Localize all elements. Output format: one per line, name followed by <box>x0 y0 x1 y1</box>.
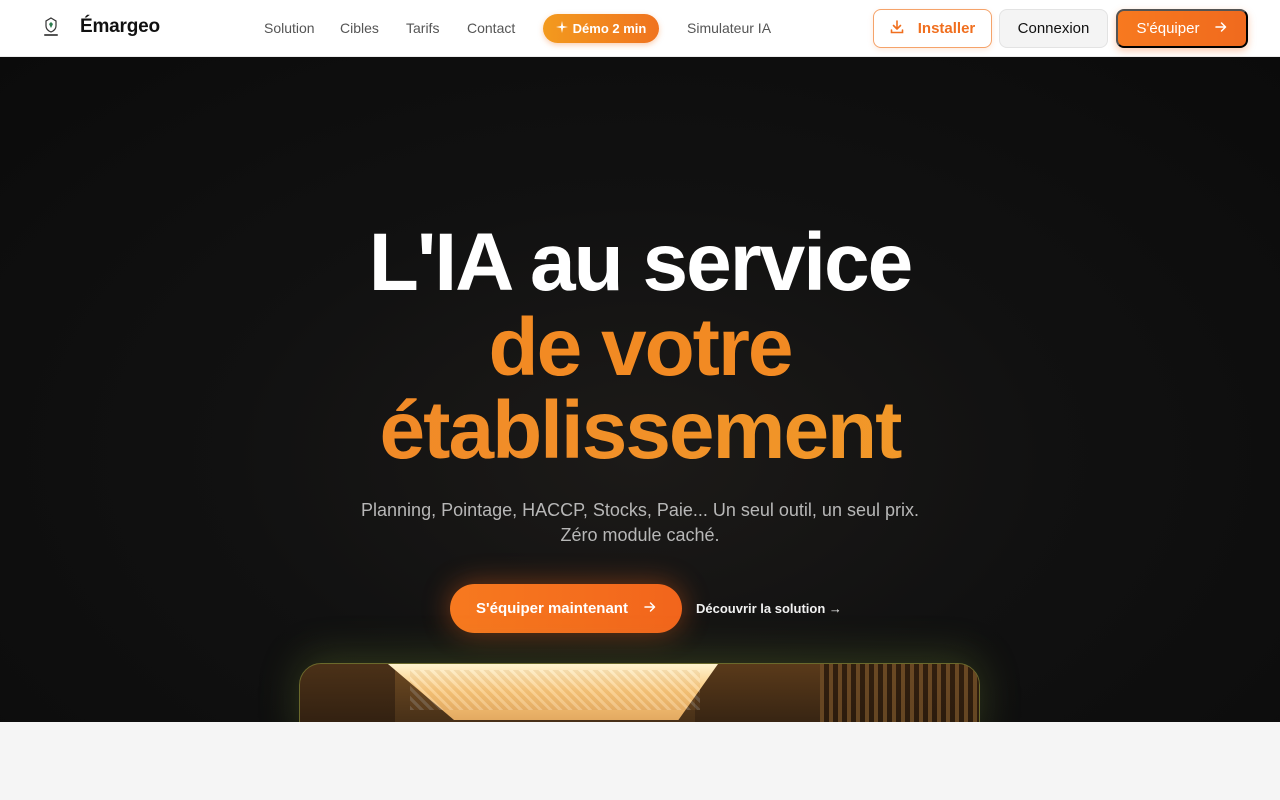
equip-button[interactable]: S'équiper <box>1116 9 1248 48</box>
arrow-right-icon <box>644 600 656 617</box>
nav-link-simulator[interactable]: Simulateur IA <box>687 20 771 36</box>
hero-cta-label: S'équiper maintenant <box>476 600 628 617</box>
demo-label: Démo 2 min <box>572 21 647 36</box>
hero-subtitle-line-2: Zéro module caché. <box>560 525 720 545</box>
demo-button[interactable]: Démo 2 min <box>543 14 659 43</box>
hero-title-line-2: de votre <box>488 302 794 393</box>
brand-home-link[interactable]: Émargeo <box>40 16 160 38</box>
install-button[interactable]: Installer <box>873 9 992 48</box>
hero-secondary-link[interactable]: Découvrir la solution → <box>696 601 842 616</box>
next-section <box>0 722 1280 800</box>
hero-primary-cta[interactable]: S'équiper maintenant <box>450 584 682 633</box>
equip-label: S'équiper <box>1136 20 1200 37</box>
hero-title-line-3: établissement <box>0 390 1280 472</box>
login-button[interactable]: Connexion <box>999 9 1108 48</box>
nav-link-cibles[interactable]: Cibles <box>340 20 379 36</box>
arrow-right-icon <box>1215 20 1227 37</box>
top-navbar: Émargeo Solution Cibles Tarifs Contact D… <box>0 0 1280 57</box>
download-icon <box>890 19 904 38</box>
hero-restaurant-image <box>299 663 980 722</box>
brand-logo-icon <box>40 16 62 38</box>
sparkle-icon <box>555 21 568 36</box>
nav-link-solution[interactable]: Solution <box>264 20 315 36</box>
brand-name: Émargeo <box>80 16 160 37</box>
nav-link-contact[interactable]: Contact <box>467 20 515 36</box>
install-label: Installer <box>917 20 976 37</box>
hero-section: L'IA au service de votre établissement P… <box>0 57 1280 722</box>
nav-link-tarifs[interactable]: Tarifs <box>406 20 439 36</box>
hero-subtitle-line-1: Planning, Pointage, HACCP, Stocks, Paie.… <box>361 500 919 520</box>
hero-title-line-1: L'IA au service <box>368 217 914 308</box>
